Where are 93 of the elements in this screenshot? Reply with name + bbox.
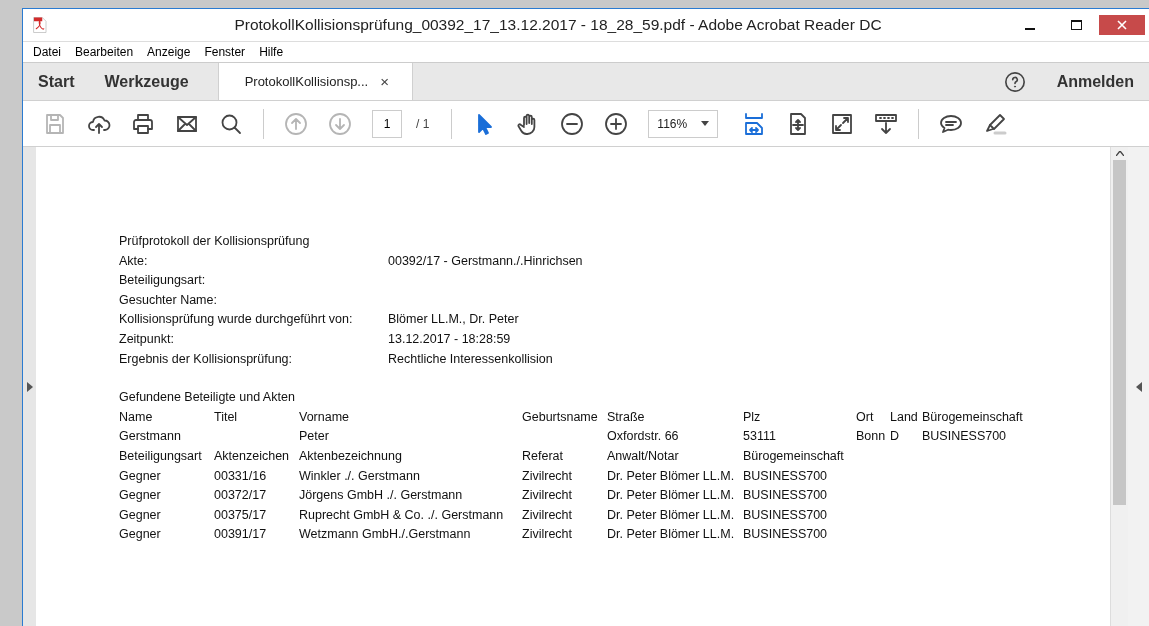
- close-icon: [1117, 20, 1127, 30]
- scrollbar[interactable]: [1110, 147, 1128, 626]
- nav-tab[interactable]: Start: [23, 63, 90, 100]
- scrollbar-thumb[interactable]: [1113, 160, 1126, 505]
- table-cell-text: BUSINESS700: [743, 467, 829, 485]
- table-cell-text: 00375/17: [214, 506, 268, 524]
- table-cell-text: Gegner: [119, 526, 162, 544]
- column-header: Referat: [522, 447, 564, 465]
- column-header: Aktenbezeichnung: [299, 447, 403, 465]
- table-cell-text: Gegner: [119, 467, 162, 485]
- column-header: Aktenzeichen: [214, 447, 291, 465]
- tab-close-button[interactable]: ×: [380, 74, 389, 89]
- table-cell-text: Winkler ./. Gerstmann: [299, 467, 421, 485]
- window-title: ProtokollKollisionsprüfung_00392_17_13.12.2017 - 18_28_59.pdf - Adobe Acrobat Reader DC: [233, 15, 883, 36]
- column-header: Land: [890, 408, 919, 426]
- arrow-down-circle-icon: [328, 111, 352, 136]
- nav-tab[interactable]: Werkzeuge: [89, 63, 204, 100]
- table-cell-text: Dr. Peter Blömer LL.M.: [607, 487, 736, 505]
- expand-right-panel-icon[interactable]: [1135, 381, 1142, 392]
- page-number-field[interactable]: 1: [372, 109, 402, 138]
- field-label: Ergebnis der Kollisionsprüfung:: [119, 350, 294, 368]
- table-cell-text: Oxfordstr. 66: [607, 428, 680, 446]
- column-header: Straße: [607, 408, 646, 426]
- page-count: / 1: [416, 115, 430, 133]
- expand-left-panel-icon[interactable]: [26, 381, 33, 392]
- table-cell-text: BUSINESS700: [743, 487, 829, 505]
- column-header: Beteiligungsart: [119, 447, 203, 465]
- field-label: Zeitpunkt:: [119, 330, 175, 348]
- column-header: Anwalt/Notar: [607, 447, 680, 465]
- menu-item[interactable]: Datei: [26, 42, 68, 62]
- sign-in-button[interactable]: Anmelden: [1041, 63, 1149, 100]
- table-cell-text: 00331/16: [214, 467, 268, 485]
- tab-label: ProtokollKollisionsp...: [244, 72, 369, 91]
- table-cell-text: D: [890, 428, 901, 446]
- column-header: Titel: [214, 408, 239, 426]
- table-cell-text: 53111: [743, 428, 777, 446]
- field-label: Kollisionsprüfung wurde durchgeführt von:: [119, 311, 354, 329]
- field-label: Beteiligungsart:: [119, 272, 207, 290]
- table-cell-text: Zivilrecht: [522, 487, 573, 505]
- table-cell-text: BUSINESS700: [922, 428, 1008, 446]
- column-header: Bürogemeinschaft: [743, 447, 845, 465]
- save-icon: [43, 111, 67, 136]
- scroll-up-icon[interactable]: [1115, 151, 1124, 156]
- help-icon[interactable]: [1003, 70, 1026, 93]
- table-cell-text: Gerstmann: [119, 428, 182, 446]
- expand-icon: [830, 111, 855, 136]
- field-label: Akte:: [119, 252, 149, 270]
- column-header: Ort: [856, 408, 875, 426]
- table-cell-text: Jörgens GmbH ./. Gerstmann: [299, 487, 464, 505]
- field-value: Rechtliche Interessenkollision: [388, 350, 554, 368]
- arrow-up-circle-icon: [284, 111, 308, 136]
- table-cell-text: Zivilrecht: [522, 526, 573, 544]
- field-label: Gesuchter Name:: [119, 291, 218, 309]
- menu-item[interactable]: Fenster: [197, 42, 253, 62]
- zoom-dropdown[interactable]: 116%: [648, 109, 719, 138]
- zoom-out-icon: [560, 111, 585, 136]
- column-header: Bürogemeinschaft: [922, 408, 1023, 426]
- printer-icon: [131, 111, 155, 136]
- pdf-file-icon: [31, 16, 49, 34]
- column-header: Name: [119, 408, 154, 426]
- table-cell-text: Gegner: [119, 487, 162, 505]
- maximize-icon: [1070, 20, 1082, 30]
- table-cell-text: Wetzmann GmbH./.Gerstmann: [299, 526, 472, 544]
- menu-item[interactable]: Bearbeiten: [68, 42, 141, 62]
- menu-item[interactable]: Hilfe: [252, 42, 291, 62]
- table-cell-text: Dr. Peter Blömer LL.M.: [607, 467, 736, 485]
- highlighter-icon: [983, 111, 1008, 136]
- zoom-in-icon: [604, 111, 629, 136]
- table-cell-text: Ruprecht GmbH & Co. ./. Gerstmann: [299, 506, 505, 524]
- minimize-icon: [1025, 28, 1035, 30]
- table-cell-text: BUSINESS700: [743, 506, 829, 524]
- field-value: Blömer LL.M., Dr. Peter: [388, 311, 520, 329]
- document-title: Prüfprotokoll der Kollisionsprüfung: [119, 233, 311, 250]
- table-cell-text: BUSINESS700: [743, 526, 829, 544]
- column-header: Vorname: [299, 408, 351, 426]
- document-tab[interactable]: ProtokollKollisionsp... ×: [217, 63, 413, 100]
- table-cell-text: Zivilrecht: [522, 506, 573, 524]
- table-cell-text: Dr. Peter Blömer LL.M.: [607, 506, 736, 524]
- table-cell-text: Peter: [299, 428, 330, 446]
- section-title: Gefundene Beteiligte und Akten: [119, 389, 296, 407]
- table-cell-text: Dr. Peter Blömer LL.M.: [607, 526, 736, 544]
- table-cell-text: 00372/17: [214, 487, 268, 505]
- field-value: 13.12.2017 - 18:28:59: [388, 330, 512, 348]
- field-value: 00392/17 - Gerstmann./.Hinrichsen: [388, 252, 583, 270]
- column-header: Geburtsname: [522, 408, 599, 426]
- column-header: Plz: [743, 408, 762, 426]
- table-cell-text: Gegner: [119, 506, 162, 524]
- read-mode-icon: [874, 111, 899, 136]
- caret-icon: [701, 121, 710, 126]
- menu-item[interactable]: Anzeige: [140, 42, 198, 62]
- table-cell-text: Zivilrecht: [522, 467, 573, 485]
- table-cell-text: 00391/17: [214, 526, 268, 544]
- table-cell-text: Bonn: [856, 428, 887, 446]
